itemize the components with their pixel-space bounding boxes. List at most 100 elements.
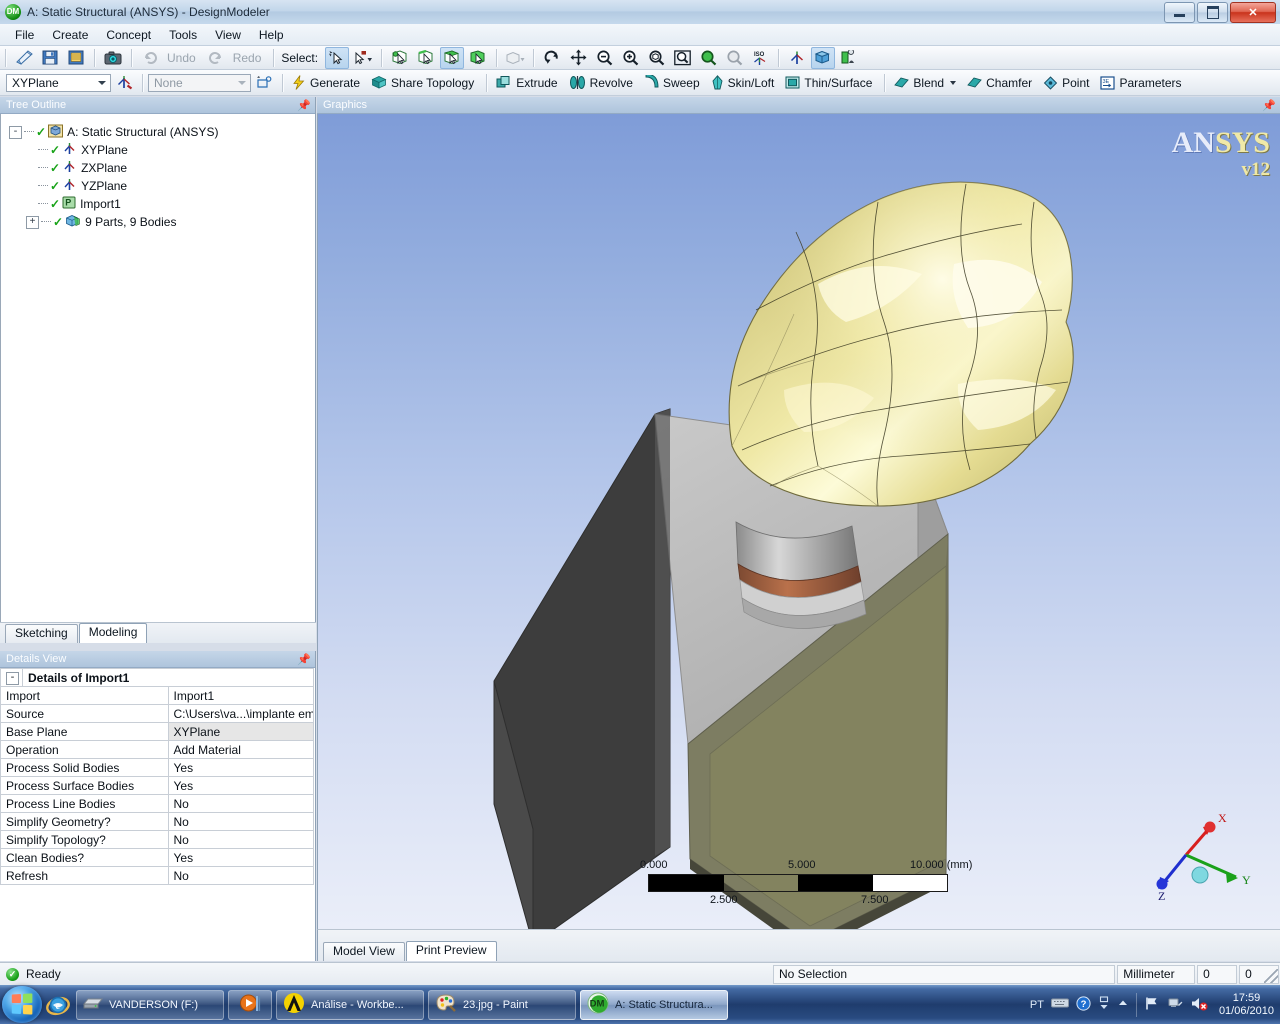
- menu-tools[interactable]: Tools: [160, 26, 206, 44]
- zoom-to-body-icon[interactable]: [644, 47, 668, 69]
- details-value[interactable]: XYPlane: [167, 722, 314, 741]
- details-value[interactable]: Yes: [167, 776, 314, 795]
- revolve-button[interactable]: Revolve: [565, 72, 640, 93]
- tab-modeling[interactable]: Modeling: [78, 623, 148, 643]
- taskbar-item-vanderson[interactable]: VANDERSON (F:): [76, 989, 224, 1020]
- pan-icon[interactable]: [566, 47, 590, 69]
- details-value[interactable]: No: [167, 830, 314, 849]
- menu-file[interactable]: File: [6, 26, 43, 44]
- display-model-icon[interactable]: [811, 46, 836, 69]
- display-plane-icon[interactable]: [837, 47, 861, 69]
- edge-filter-icon[interactable]: [414, 47, 438, 69]
- taskbar-item-media[interactable]: [228, 989, 272, 1020]
- new-sketch-icon[interactable]: [252, 72, 276, 94]
- start-button[interactable]: [2, 986, 42, 1023]
- tree-item-yzplane[interactable]: ✓ YZPlane: [1, 177, 315, 195]
- details-row[interactable]: Operation Add Material: [0, 740, 314, 759]
- details-row[interactable]: Base Plane XYPlane: [0, 722, 314, 741]
- pin-icon[interactable]: 📌: [297, 653, 311, 666]
- pin-icon[interactable]: 📌: [1262, 99, 1276, 112]
- zoom-to-fit-icon[interactable]: [696, 47, 720, 69]
- keyboard-icon[interactable]: [1050, 997, 1069, 1012]
- face-filter-icon[interactable]: [440, 46, 465, 69]
- tab-model-view[interactable]: Model View: [323, 942, 405, 961]
- details-value[interactable]: No: [167, 812, 314, 831]
- details-row[interactable]: Process Surface Bodies Yes: [0, 776, 314, 795]
- restore-button[interactable]: [1197, 2, 1228, 23]
- volume-muted-icon[interactable]: [1190, 996, 1208, 1014]
- menu-create[interactable]: Create: [43, 26, 97, 44]
- look-at-icon[interactable]: [785, 47, 809, 69]
- model-geometry[interactable]: [318, 114, 1280, 929]
- details-value[interactable]: Yes: [167, 848, 314, 867]
- image-capture-icon[interactable]: [101, 47, 125, 69]
- box-select-icon[interactable]: [351, 47, 375, 69]
- parameters-button[interactable]: 3E Parameters: [1096, 73, 1188, 93]
- tree-expander[interactable]: +: [26, 215, 39, 229]
- details-group-row[interactable]: - Details of Import1: [0, 668, 314, 687]
- menu-concept[interactable]: Concept: [97, 26, 160, 44]
- rotate-icon[interactable]: [540, 47, 564, 69]
- details-value[interactable]: Import1: [167, 686, 314, 705]
- share-topology-button[interactable]: Share Topology: [367, 72, 481, 93]
- details-row[interactable]: Process Solid Bodies Yes: [0, 758, 314, 777]
- language-indicator[interactable]: PT: [1030, 999, 1044, 1011]
- details-row[interactable]: Simplify Topology? No: [0, 830, 314, 849]
- chamfer-button[interactable]: Chamfer: [963, 73, 1039, 93]
- zoom-in-icon[interactable]: [618, 47, 642, 69]
- generate-button[interactable]: Generate: [288, 72, 367, 93]
- details-row[interactable]: Source C:\Users\va...\implante emfills.x…: [0, 704, 314, 723]
- details-row[interactable]: Refresh No: [0, 866, 314, 885]
- iso-view-icon[interactable]: ISO: [748, 47, 772, 69]
- taskbar-item-analise[interactable]: Análise - Workbe...: [276, 989, 424, 1020]
- menu-help[interactable]: Help: [250, 26, 293, 44]
- save-as-icon[interactable]: [64, 47, 88, 69]
- body-filter-icon[interactable]: [466, 47, 490, 69]
- box-zoom-icon[interactable]: [670, 47, 694, 69]
- details-row[interactable]: Clean Bodies? Yes: [0, 848, 314, 867]
- tree-outline-body[interactable]: - ✓ A: Static Structural (ANSYS) ✓ XYPla…: [0, 114, 315, 622]
- details-value[interactable]: Yes: [167, 758, 314, 777]
- details-row[interactable]: Import Import1: [0, 686, 314, 705]
- tree-item-xyplane[interactable]: ✓ XYPlane: [1, 141, 315, 159]
- extrude-button[interactable]: Extrude: [492, 72, 564, 93]
- details-view-body[interactable]: - Details of Import1 Import Import1 Sour…: [0, 668, 315, 961]
- chevron-up-icon[interactable]: [1117, 998, 1129, 1011]
- clock[interactable]: 17:59 01/06/2010: [1215, 992, 1274, 1018]
- details-value[interactable]: No: [167, 866, 314, 885]
- details-row[interactable]: Simplify Geometry? No: [0, 812, 314, 831]
- details-value[interactable]: C:\Users\va...\implante emfills.x_t: [167, 704, 314, 723]
- minimize-button[interactable]: [1164, 2, 1195, 23]
- details-row[interactable]: Process Line Bodies No: [0, 794, 314, 813]
- details-group-expander[interactable]: -: [0, 668, 23, 687]
- help-icon[interactable]: ?: [1076, 995, 1091, 1014]
- thin-surface-button[interactable]: Thin/Surface: [781, 72, 879, 93]
- skin-loft-button[interactable]: Skin/Loft: [707, 72, 782, 93]
- tab-sketching[interactable]: Sketching: [5, 624, 78, 643]
- ie-icon[interactable]: e: [42, 989, 74, 1021]
- blend-button[interactable]: Blend: [890, 73, 963, 93]
- plane-selector[interactable]: XYPlane: [6, 73, 111, 92]
- action-center-icon[interactable]: [1144, 996, 1160, 1014]
- save-icon[interactable]: [38, 47, 62, 69]
- taskbar-item-designmodeler[interactable]: DM A: Static Structura...: [580, 989, 728, 1020]
- point-button[interactable]: Point: [1039, 73, 1096, 93]
- tree-item-project[interactable]: - ✓ A: Static Structural (ANSYS): [1, 123, 315, 141]
- new-icon[interactable]: [12, 47, 36, 69]
- sketch-selector[interactable]: None: [148, 73, 251, 92]
- tree-expander[interactable]: -: [9, 125, 22, 139]
- details-value[interactable]: No: [167, 794, 314, 813]
- show-hidden-icons[interactable]: [1098, 995, 1110, 1014]
- single-select-icon[interactable]: [325, 46, 350, 69]
- zoom-out-icon[interactable]: [592, 47, 616, 69]
- tree-item-bodies[interactable]: + ✓ 9 Parts, 9 Bodies: [1, 213, 315, 231]
- close-button[interactable]: ✕: [1230, 2, 1276, 23]
- sweep-button[interactable]: Sweep: [640, 72, 707, 93]
- menu-view[interactable]: View: [206, 26, 250, 44]
- group-expander-icon[interactable]: -: [6, 671, 19, 685]
- resize-grip[interactable]: [1264, 969, 1278, 983]
- details-value[interactable]: Add Material: [167, 740, 314, 759]
- new-plane-icon[interactable]: [112, 72, 136, 94]
- graphics-viewport[interactable]: ANSYS v12 0.000 5.000 10.000 (mm) 2.500 …: [317, 114, 1280, 929]
- tree-item-zxplane[interactable]: ✓ ZXPlane: [1, 159, 315, 177]
